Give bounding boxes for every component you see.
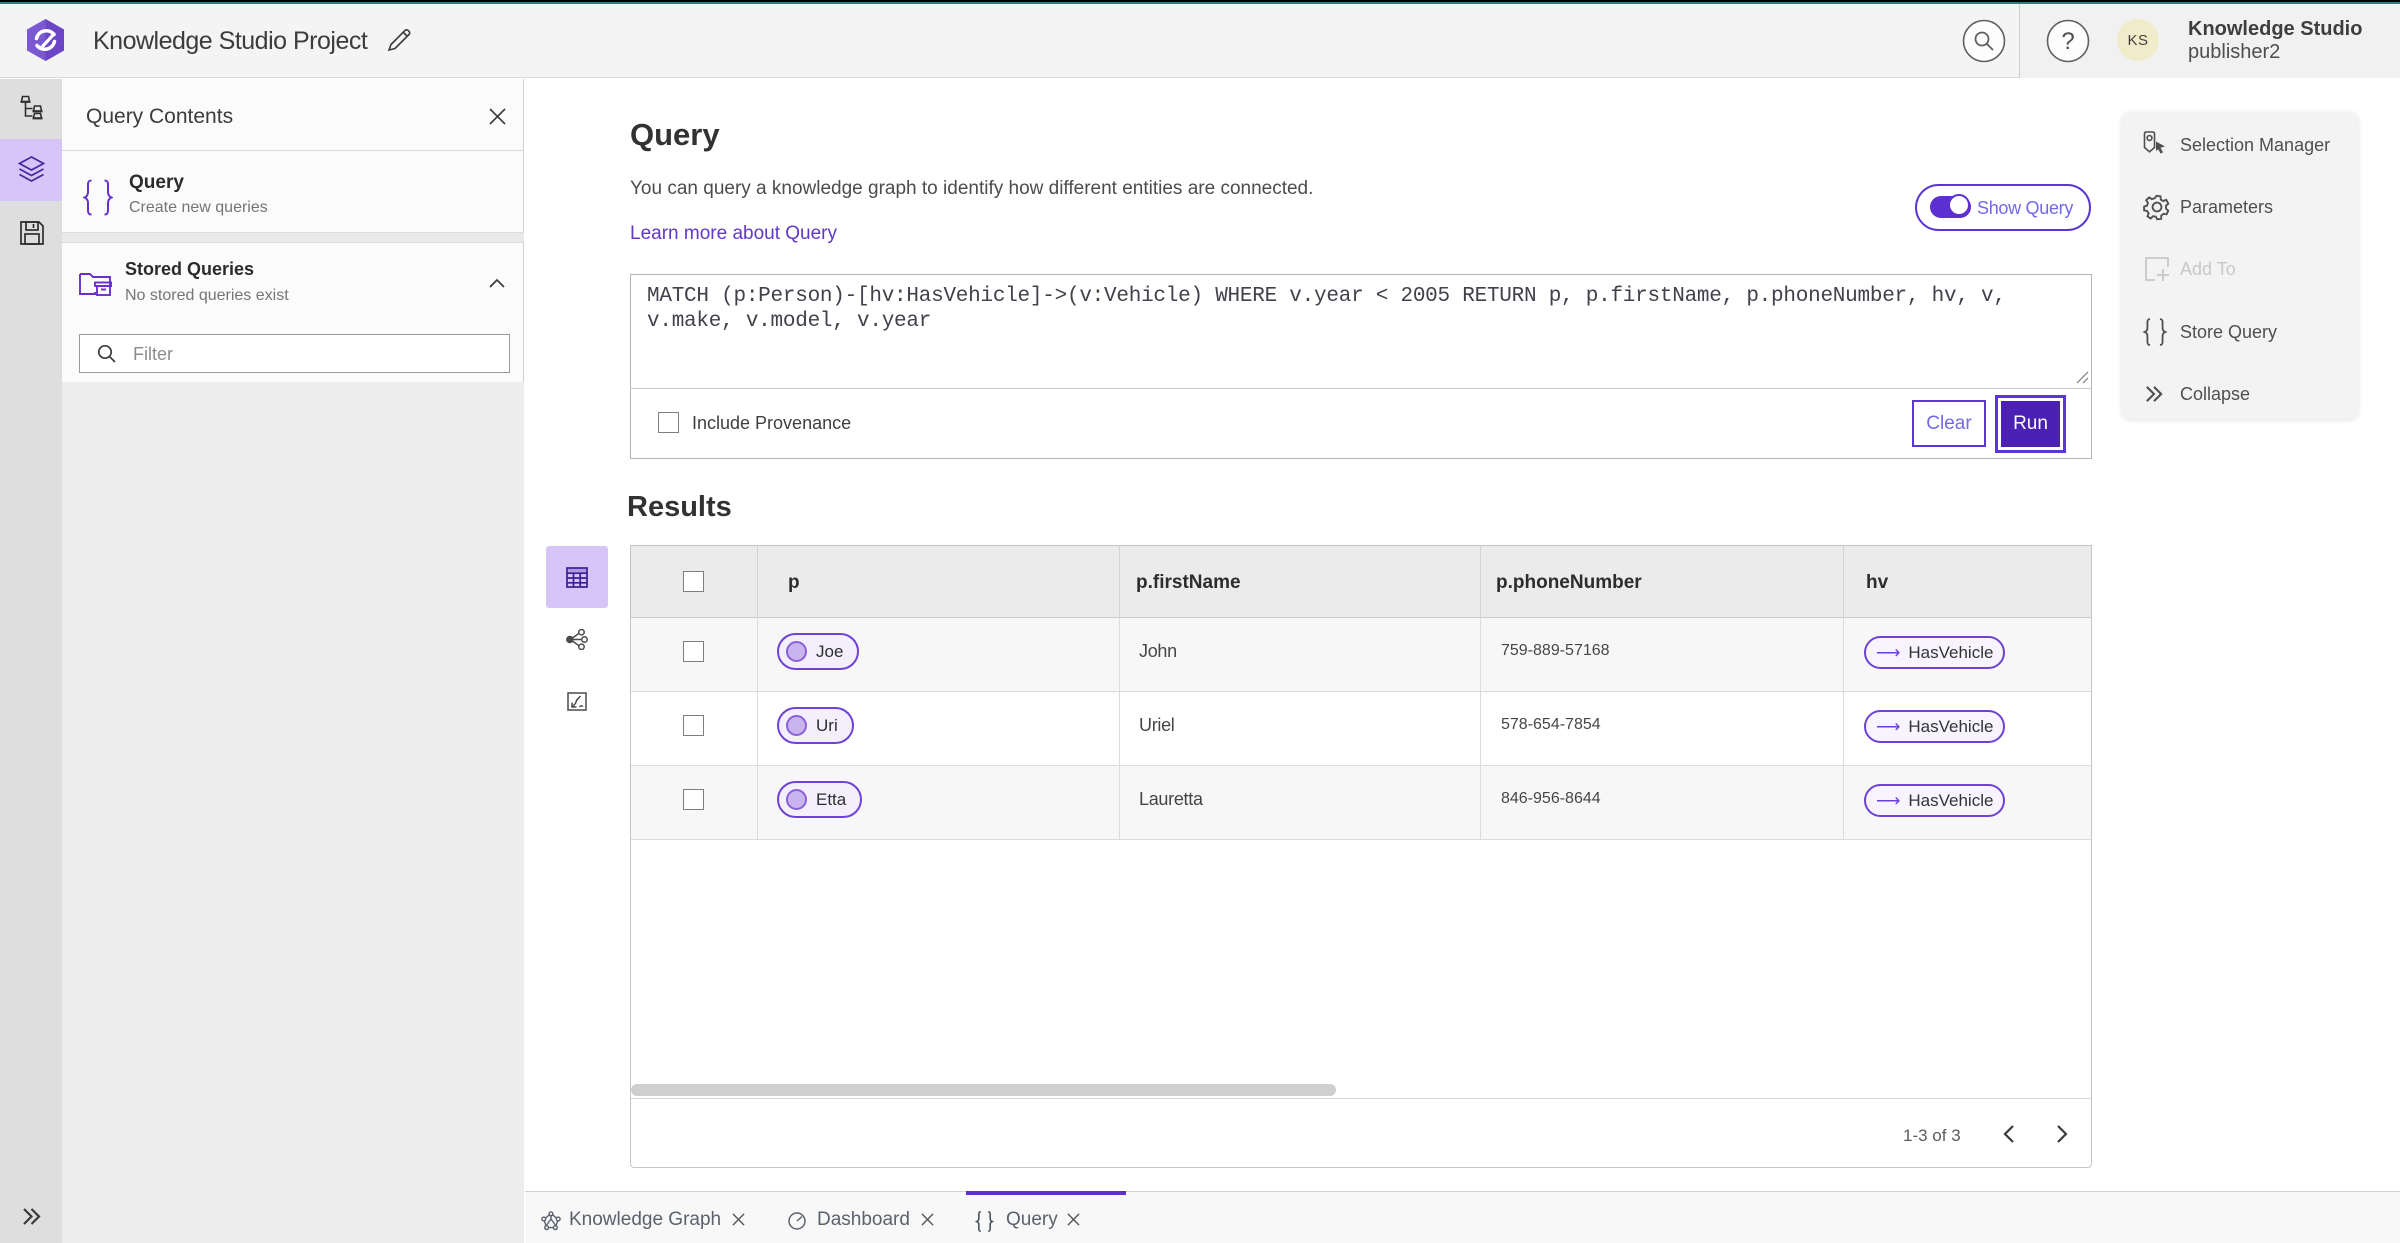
svg-text:?: ?: [2061, 28, 2074, 55]
